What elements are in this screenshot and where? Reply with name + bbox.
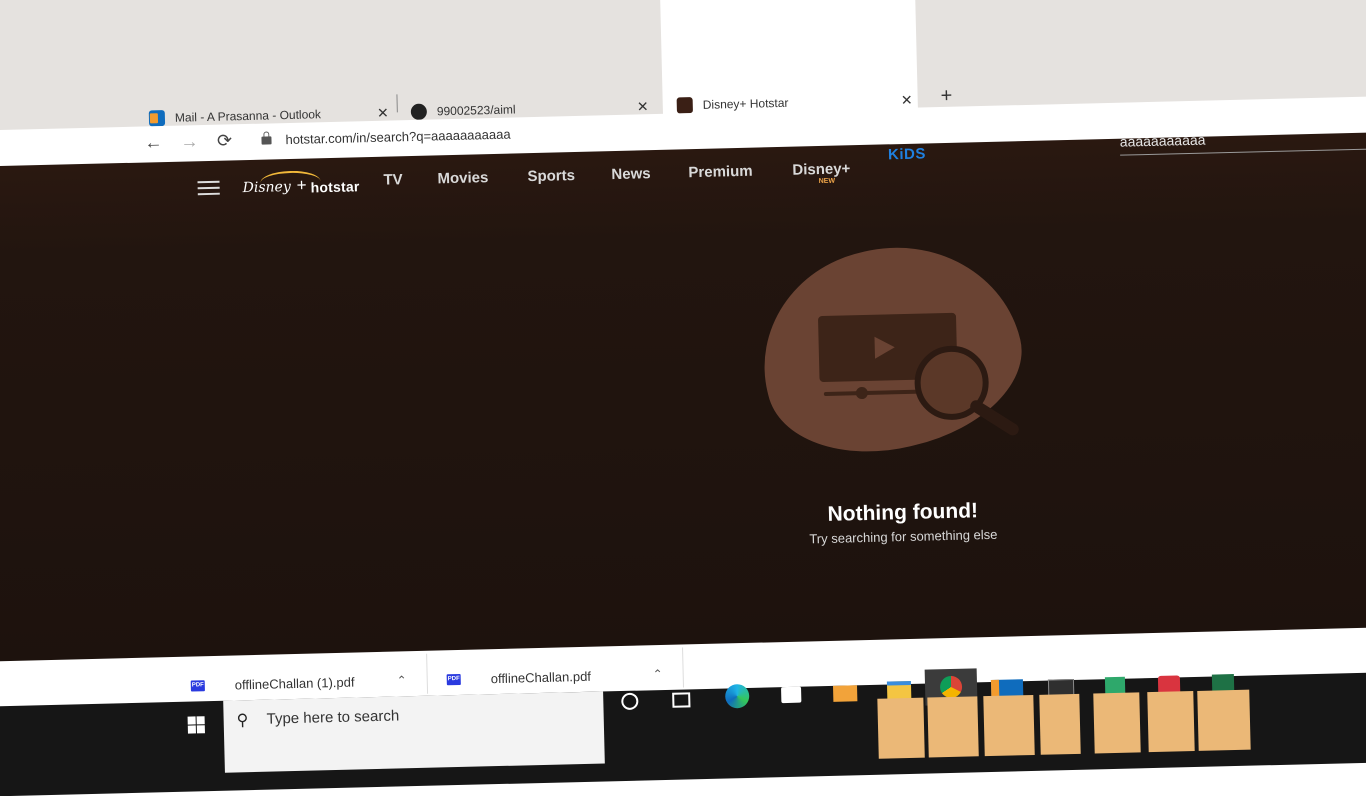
tab-title: Disney+ Hotstar bbox=[702, 95, 789, 112]
taskbar-preview-tile bbox=[1093, 692, 1141, 754]
hotstar-icon bbox=[676, 97, 693, 114]
logo-disney: Disney bbox=[242, 178, 291, 197]
logo-plus: + bbox=[296, 175, 307, 195]
close-tab-icon[interactable]: ✕ bbox=[635, 98, 651, 115]
disney-hotstar-logo[interactable]: Disney + hotstar bbox=[242, 169, 368, 202]
menu-icon[interactable] bbox=[197, 180, 220, 196]
github-icon bbox=[410, 103, 428, 120]
taskbar-preview-tile bbox=[983, 694, 1035, 757]
nav-news[interactable]: News bbox=[611, 165, 651, 183]
lock-icon[interactable] bbox=[261, 136, 272, 145]
cortana-icon[interactable] bbox=[613, 684, 646, 717]
forward-button[interactable]: → bbox=[177, 131, 202, 153]
nav-sports[interactable]: Sports bbox=[527, 167, 575, 185]
reload-button[interactable]: ⟳ bbox=[212, 130, 237, 152]
download-filename: offlineChallan (1).pdf bbox=[234, 674, 355, 692]
task-view-icon[interactable] bbox=[665, 683, 698, 716]
taskbar-search-box[interactable] bbox=[223, 691, 605, 773]
page-content bbox=[0, 131, 1366, 672]
nav-disney-plus[interactable]: Disney+ bbox=[792, 160, 850, 178]
back-button[interactable]: ← bbox=[141, 132, 166, 154]
taskbar-preview-tile bbox=[877, 697, 925, 759]
new-badge: NEW bbox=[818, 177, 836, 186]
search-icon: ⚲ bbox=[236, 712, 249, 730]
outlook-icon bbox=[148, 110, 166, 127]
close-tab-icon[interactable]: ✕ bbox=[899, 91, 915, 108]
windows-start-icon[interactable] bbox=[187, 716, 205, 734]
download-filename: offlineChallan.pdf bbox=[490, 668, 592, 686]
close-tab-icon[interactable]: ✕ bbox=[375, 104, 391, 121]
chevron-up-icon[interactable]: ⌃ bbox=[652, 667, 662, 681]
new-tab-button[interactable]: + bbox=[940, 85, 952, 108]
taskbar-preview-tile bbox=[1147, 691, 1195, 753]
pdf-file-icon: PDF bbox=[190, 679, 205, 692]
taskbar-preview-tile bbox=[927, 696, 979, 758]
logo-hotstar: hotstar bbox=[310, 178, 360, 196]
store-icon[interactable] bbox=[775, 678, 808, 711]
pdf-file-icon: PDF bbox=[446, 673, 461, 685]
taskbar-preview-tile bbox=[1039, 693, 1081, 755]
mail-icon[interactable] bbox=[829, 677, 862, 710]
nav-premium[interactable]: Premium bbox=[688, 163, 753, 182]
nav-kids[interactable]: KiDS bbox=[888, 145, 926, 163]
chevron-up-icon[interactable]: ⌃ bbox=[397, 673, 407, 687]
nav-tv[interactable]: TV bbox=[383, 171, 403, 188]
video-search-icon bbox=[818, 312, 1019, 436]
nav-movies[interactable]: Movies bbox=[437, 169, 488, 187]
taskbar-search-placeholder[interactable]: Type here to search bbox=[266, 707, 399, 727]
edge-icon[interactable] bbox=[721, 680, 754, 713]
tab-title: 99002523/aiml bbox=[436, 102, 516, 119]
taskbar-preview-tile bbox=[1197, 689, 1251, 751]
search-value[interactable]: aaaaaaaaaaa bbox=[1120, 132, 1206, 150]
